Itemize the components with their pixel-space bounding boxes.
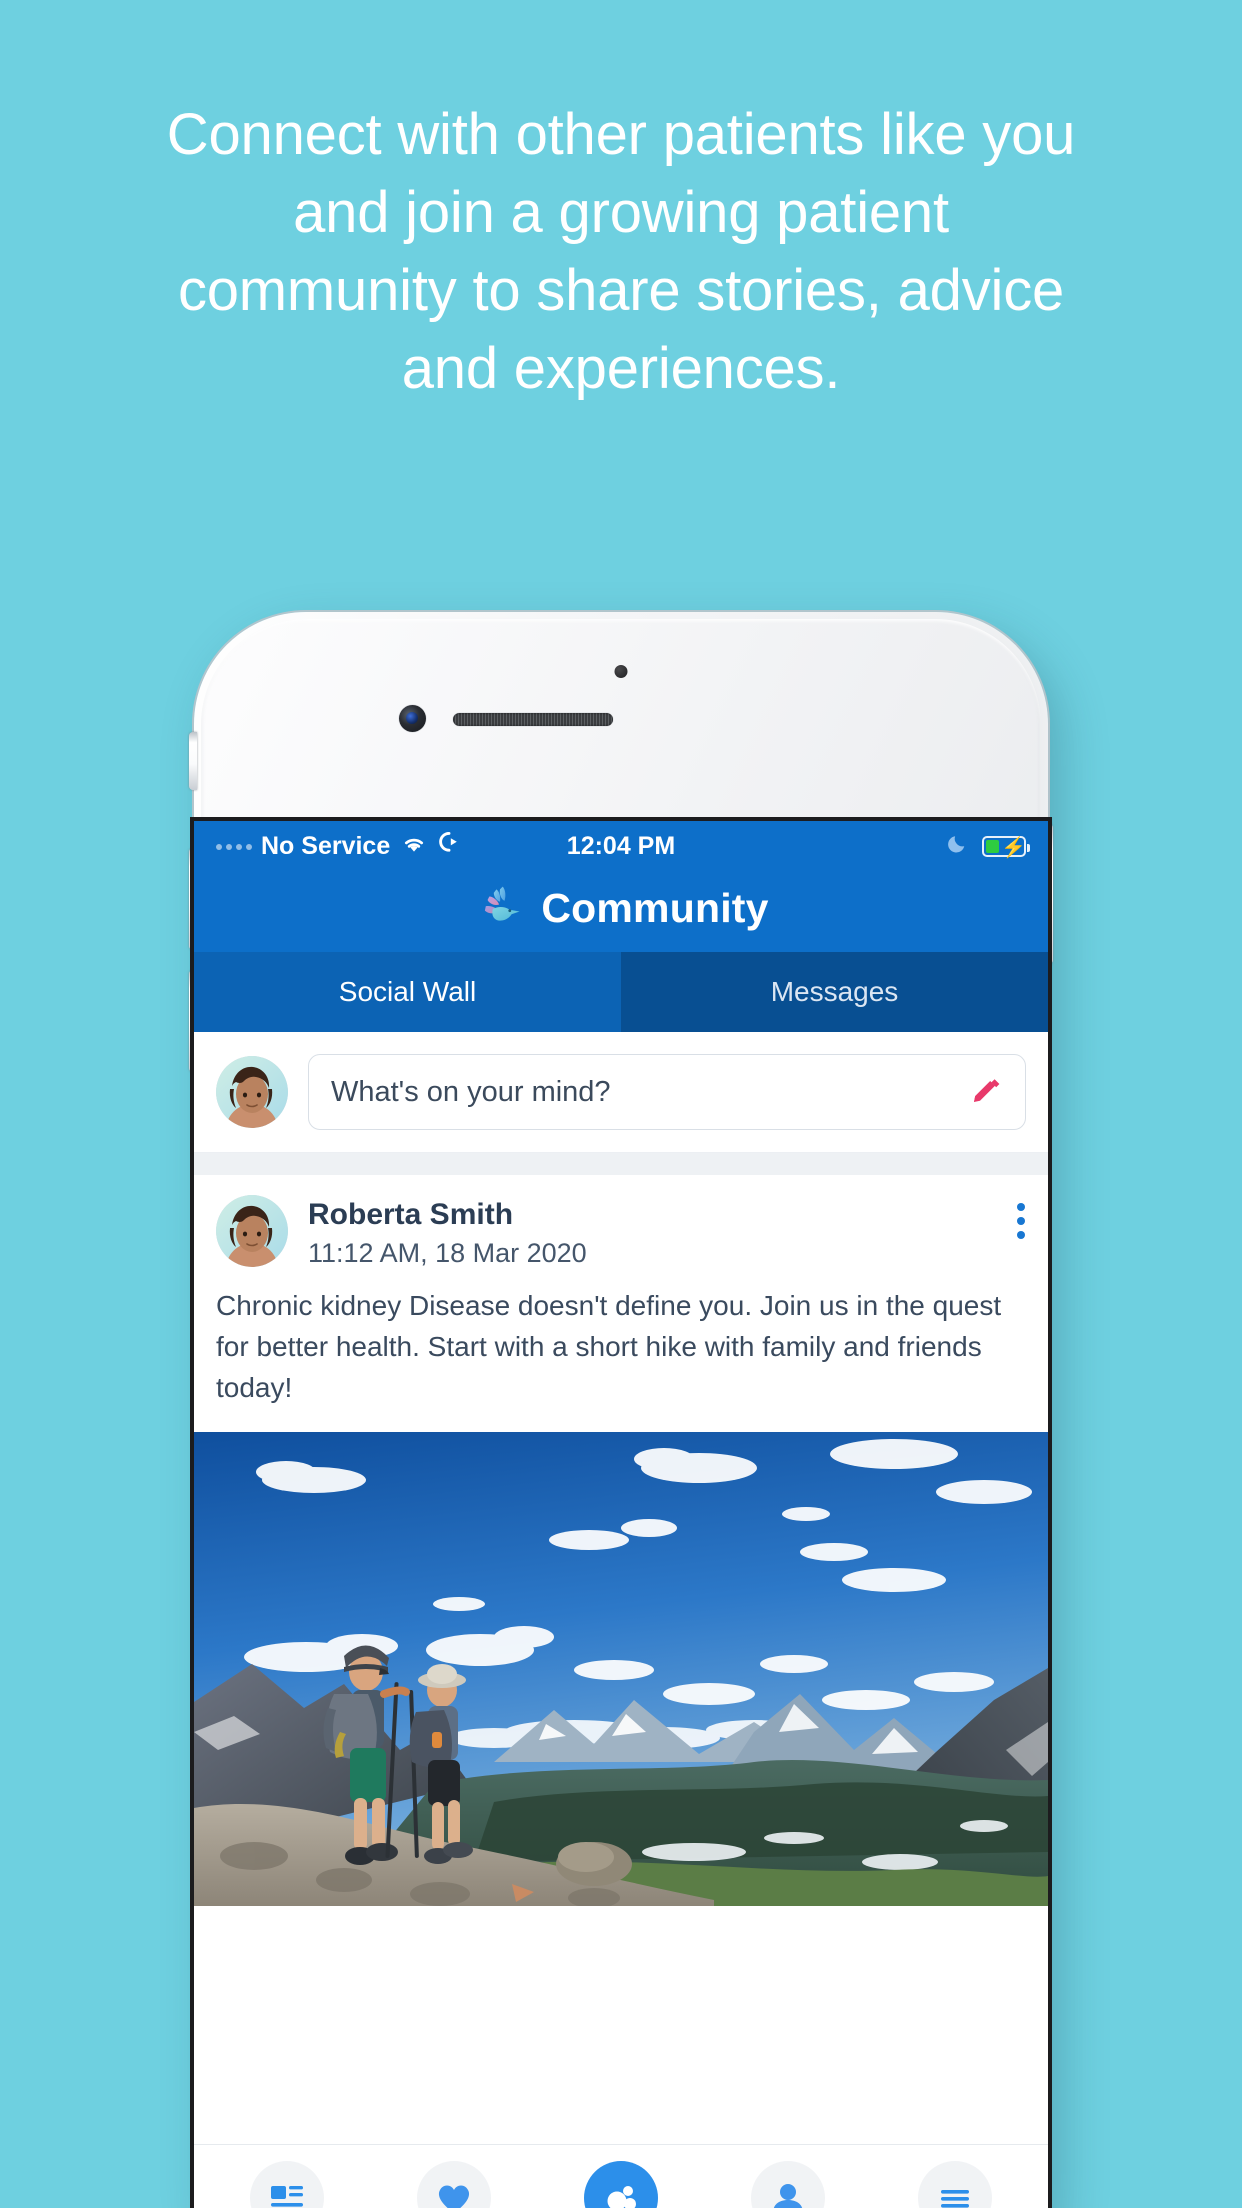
mute-switch-button[interactable] — [189, 732, 197, 790]
front-camera-icon — [399, 705, 426, 732]
nav-item-my-care[interactable]: My Care — [379, 2160, 529, 2208]
hummingbird-logo-icon — [473, 884, 527, 932]
feed-divider — [194, 1153, 1048, 1175]
heart-icon — [417, 2160, 492, 2208]
person-icon — [750, 2160, 825, 2208]
headline-line-4: and experiences. — [401, 336, 841, 401]
tab-social-wall-label: Social Wall — [338, 976, 477, 1007]
page-title: Connect with other patients like you and… — [0, 96, 1242, 408]
earpiece-speaker-icon — [453, 713, 613, 726]
tab-social-wall[interactable]: Social Wall — [194, 952, 621, 1032]
post-timestamp: 11:12 AM, 18 Mar 2020 — [308, 1237, 587, 1268]
community-icon — [583, 2160, 658, 2208]
tab-messages-label: Messages — [770, 976, 899, 1007]
headline-line-1: Connect with other patients like you — [166, 102, 1076, 167]
hamburger-icon — [917, 2160, 992, 2208]
moon-icon — [946, 831, 970, 862]
tab-messages[interactable]: Messages — [621, 952, 1048, 1032]
headline-line-3: community to share stories, advice — [177, 258, 1065, 323]
proximity-sensor-icon — [614, 665, 628, 678]
carrier-label: No Service — [261, 832, 391, 860]
status-bar: No Service 12:04 PM ⚡ — [194, 821, 1048, 872]
phone-screen: No Service 12:04 PM ⚡ Community Social W… — [194, 821, 1048, 2208]
nav-item-newsfeed[interactable]: Newsfeed — [212, 2160, 362, 2208]
newsfeed-icon — [250, 2160, 325, 2208]
kebab-menu-icon[interactable] — [1016, 1195, 1026, 1239]
segment-tabs: Social Wall Messages — [194, 952, 1048, 1032]
pencil-icon[interactable] — [969, 1075, 1003, 1109]
composer-avatar — [216, 1056, 288, 1128]
nav-item-profile[interactable]: Profile — [713, 2160, 863, 2208]
post-photo[interactable] — [194, 1432, 1048, 1907]
post-card: Roberta Smith 11:12 AM, 18 Mar 2020 Chro… — [194, 1175, 1048, 1907]
wifi-icon — [399, 831, 429, 862]
post-header: Roberta Smith 11:12 AM, 18 Mar 2020 — [194, 1175, 1048, 1277]
app-header: Community — [194, 872, 1048, 952]
phone-mockup: No Service 12:04 PM ⚡ Community Social W… — [189, 612, 1053, 2208]
composer-placeholder: What's on your mind? — [331, 1075, 611, 1108]
composer-input[interactable]: What's on your mind? — [308, 1054, 1026, 1130]
app-title: Community — [541, 884, 769, 931]
signal-dots-icon — [216, 843, 252, 850]
post-author: Roberta Smith — [308, 1198, 514, 1231]
battery-charging-icon: ⚡ — [982, 836, 1030, 859]
headline-line-2: and join a growing patient — [293, 180, 949, 245]
post-avatar — [216, 1195, 288, 1267]
post-composer[interactable]: What's on your mind? — [194, 1032, 1048, 1153]
nav-item-settings[interactable]: Settings — [880, 2160, 1030, 2208]
nav-item-community[interactable]: Community — [546, 2160, 696, 2208]
location-arrow-icon — [438, 831, 460, 862]
post-body: Chronic kidney Disease doesn't define yo… — [216, 1290, 1002, 1404]
bottom-navigation: Newsfeed My Care Commu — [194, 2144, 1048, 2208]
